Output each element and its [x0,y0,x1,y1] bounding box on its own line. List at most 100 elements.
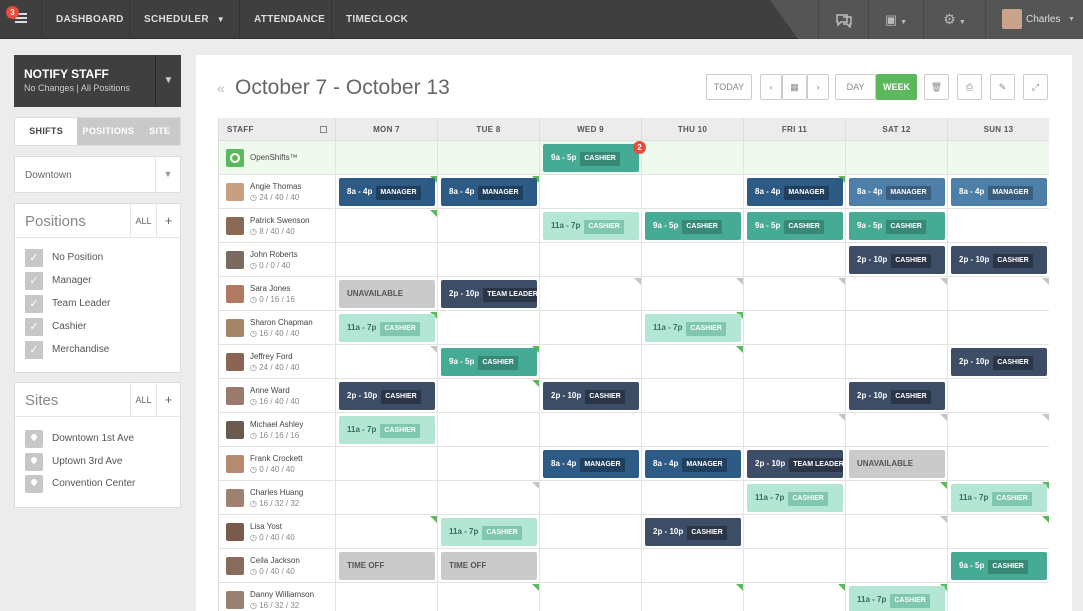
grid-cell[interactable] [948,311,1049,345]
shift-block[interactable]: 2p - 10p CASHIER [951,348,1047,376]
grid-cell[interactable] [744,141,846,175]
staff-row[interactable]: John Roberts ◷ 0 / 0 / 40 [219,243,336,277]
staff-row[interactable]: Charles Huang ◷ 16 / 32 / 32 [219,481,336,515]
grid-cell[interactable] [948,141,1049,175]
grid-cell[interactable] [540,413,642,447]
grid-cell[interactable] [642,481,744,515]
staff-row[interactable]: Patrick Swenson ◷ 8 / 40 / 40 [219,209,336,243]
grid-cell[interactable] [846,141,948,175]
grid-cell[interactable] [948,447,1049,481]
menu-button[interactable]: 3 [0,0,42,39]
staff-row[interactable]: Lisa Yost ◷ 0 / 40 / 40 [219,515,336,549]
grid-cell[interactable] [540,243,642,277]
checkbox-icon[interactable]: ✓ [25,318,43,336]
checkbox-icon[interactable]: ✓ [25,341,43,359]
tab-site[interactable]: SITE [139,118,180,145]
grid-cell[interactable] [336,243,438,277]
day-column-header[interactable]: FRI 11 [744,118,846,141]
grid-cell[interactable] [540,311,642,345]
open-shift-block[interactable]: 9a - 5p CASHIER [543,144,639,172]
checkbox-icon[interactable]: ✓ [25,249,43,267]
day-view-button[interactable]: DAY [835,74,876,100]
shift-block[interactable]: 11a - 7p CASHIER [747,484,843,512]
notify-staff-button[interactable]: NOTIFY STAFF No Changes | All Positions … [14,55,181,107]
grid-cell[interactable] [744,243,846,277]
shift-block[interactable]: 9a - 5p CASHIER [849,212,945,240]
shift-block[interactable]: 9a - 5p CASHIER [441,348,537,376]
grid-cell[interactable] [540,481,642,515]
grid-cell[interactable] [336,583,438,611]
staff-row[interactable]: Jeffrey Ford ◷ 24 / 40 / 40 [219,345,336,379]
grid-cell[interactable] [846,481,948,515]
inbox-icon[interactable]: ▣ ▼ [868,0,923,39]
grid-cell[interactable] [846,277,948,311]
grid-cell[interactable] [948,413,1049,447]
calendar-icon[interactable]: ▦ [782,74,807,100]
grid-cell[interactable] [336,141,438,175]
day-column-header[interactable]: TUE 8 [438,118,540,141]
prev-week-button[interactable]: ‹ [760,74,782,100]
grid-cell[interactable] [846,311,948,345]
staff-row[interactable]: Angie Thomas ◷ 24 / 40 / 40 [219,175,336,209]
grid-cell[interactable] [540,583,642,611]
day-column-header[interactable]: SAT 12 [846,118,948,141]
positions-all-button[interactable]: ALL [130,204,156,238]
grid-cell[interactable] [336,447,438,481]
shift-block[interactable]: 2p - 10p CASHIER [543,382,639,410]
today-button[interactable]: TODAY [706,74,752,100]
shift-block[interactable]: 11a - 7p CASHIER [441,518,537,546]
grid-cell[interactable] [438,141,540,175]
nav-dashboard[interactable]: DASHBOARD [42,0,130,39]
trash-icon[interactable]: 🗑 [924,74,949,100]
checkbox-icon[interactable]: ✓ [25,295,43,313]
grid-cell[interactable] [744,549,846,583]
wrench-icon[interactable]: ✎ [990,74,1015,100]
shift-block[interactable]: 8a - 4p MANAGER [951,178,1047,206]
grid-cell[interactable] [438,311,540,345]
shift-block[interactable]: 2p - 10p CASHIER [339,382,435,410]
grid-cell[interactable] [642,379,744,413]
grid-cell[interactable] [336,515,438,549]
shift-block[interactable]: 8a - 4p MANAGER [645,450,741,478]
expand-icon[interactable]: ⤢ [1023,74,1048,100]
grid-cell[interactable] [642,243,744,277]
sort-icon[interactable] [320,126,327,133]
shift-block[interactable]: 2p - 10p CASHIER [849,382,945,410]
grid-cell[interactable] [540,175,642,209]
user-menu[interactable]: Charles ▼ [985,0,1083,39]
shift-block[interactable]: 11a - 7p CASHIER [543,212,639,240]
grid-cell[interactable] [744,413,846,447]
grid-cell[interactable] [948,209,1049,243]
grid-cell[interactable] [642,175,744,209]
shift-block[interactable]: 8a - 4p MANAGER [543,450,639,478]
grid-cell[interactable] [540,515,642,549]
gear-icon[interactable]: ⚙ ▼ [923,0,985,39]
shift-block[interactable]: UNAVAILABLE [339,280,435,308]
shift-block[interactable]: 9a - 5p CASHIER [747,212,843,240]
staff-row[interactable]: Anne Ward ◷ 16 / 40 / 40 [219,379,336,413]
grid-cell[interactable] [846,345,948,379]
nav-scheduler[interactable]: SCHEDULER ▼ [130,0,240,39]
grid-cell[interactable] [744,379,846,413]
grid-cell[interactable] [336,481,438,515]
staff-row[interactable]: Michael Ashley ◷ 16 / 16 / 16 [219,413,336,447]
sites-all-button[interactable]: ALL [130,383,156,417]
next-week-button[interactable]: › [807,74,829,100]
shift-block[interactable]: 8a - 4p MANAGER [849,178,945,206]
grid-cell[interactable] [438,413,540,447]
shift-block[interactable]: 11a - 7p CASHIER [339,416,435,444]
shift-block[interactable]: 2p - 10p CASHIER [645,518,741,546]
add-position-button[interactable]: + [156,204,180,238]
day-column-header[interactable]: SUN 13 [948,118,1049,141]
location-select[interactable]: Downtown ▼ [14,156,181,193]
grid-cell[interactable] [540,277,642,311]
shift-block[interactable]: 2p - 10p TEAM LEADER [747,450,843,478]
grid-cell[interactable] [540,549,642,583]
day-column-header[interactable]: THU 10 [642,118,744,141]
shift-block[interactable]: 11a - 7p CASHIER [645,314,741,342]
grid-cell[interactable] [336,345,438,379]
staff-row[interactable]: Frank Crockett ◷ 0 / 40 / 40 [219,447,336,481]
grid-cell[interactable] [438,243,540,277]
staff-row[interactable]: Danny Williamson ◷ 16 / 32 / 32 [219,583,336,611]
shift-block[interactable]: UNAVAILABLE [849,450,945,478]
